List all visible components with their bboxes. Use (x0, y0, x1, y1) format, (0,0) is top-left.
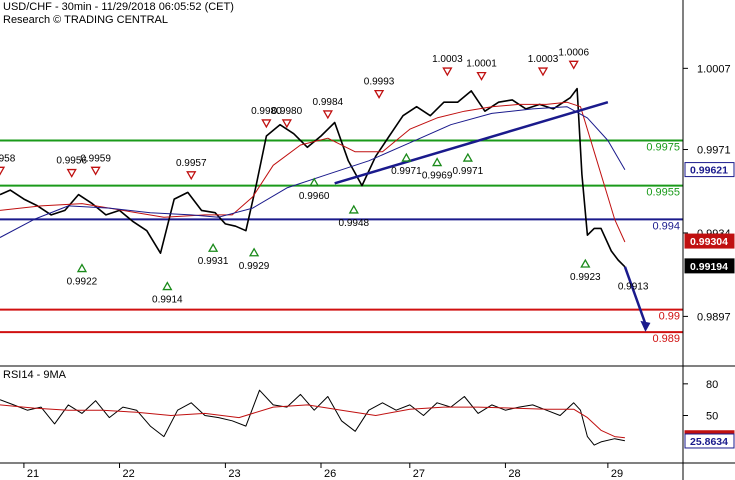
sell-signal-icon (90, 166, 101, 176)
sell-signal-icon (537, 67, 549, 77)
level-lines: 0.9975 0.9955 0.994 0.99 0.989 (0, 139, 683, 345)
sell-signal-icon (476, 71, 487, 81)
price-annotation: 1.0003 (528, 54, 559, 65)
level-label: 0.99 (659, 311, 680, 323)
buy-signal-icon (248, 247, 260, 257)
buy-signal-icon (580, 258, 591, 268)
price-annotation: 0.9969 (422, 171, 453, 182)
rsi-y-tick-label: 50 (706, 411, 718, 423)
sell-signal-icon (442, 67, 453, 77)
buy-signal-icon (162, 281, 173, 291)
buy-signal-icon (76, 263, 88, 273)
x-tick-label: 27 (413, 468, 425, 480)
sell-signal-icon (322, 110, 333, 120)
sell-signal-icon (281, 119, 292, 129)
price-annotation: 1.0006 (558, 47, 589, 58)
sell-signal-icon (186, 171, 197, 181)
price-annotation: 0.9959 (80, 153, 111, 164)
x-tick-label: 29 (611, 468, 623, 480)
price-badges: 0.996210.993040.9919428.935825.8634 (684, 162, 735, 449)
price-annotation: 0.9958 (0, 153, 16, 164)
price-badge-label: 0.99194 (690, 261, 728, 273)
price-annotation: 0.9923 (570, 272, 601, 283)
price-badge-label: 0.99304 (690, 236, 728, 248)
price-annotation: 1.0003 (432, 54, 463, 65)
price-annotation: 0.9922 (67, 277, 98, 288)
price-annotation: 0.9984 (313, 97, 344, 108)
price-annotation: 0.9980 (272, 106, 303, 117)
rsi-badge-label: 25.8634 (690, 436, 728, 448)
sell-signal-icon (568, 60, 579, 70)
x-tick-label: 21 (27, 468, 39, 480)
buy-signal-icon (462, 152, 473, 162)
sell-signal-icon (261, 119, 272, 129)
buy-signal-icon (207, 242, 219, 252)
buy-signal-icon (431, 157, 443, 167)
sell-signal-icon (66, 168, 77, 178)
buy-signal-icon (401, 152, 412, 162)
price-annotation: 0.9971 (453, 166, 484, 177)
price-annotation: 0.9993 (364, 77, 395, 88)
price-chart: 0.99750.99550.9940.990.989 0.99580.99560… (0, 0, 735, 480)
price-annotation: 1.0001 (466, 59, 497, 70)
price-annotation: 0.9929 (239, 261, 270, 272)
y-tick-label: 1.0007 (697, 63, 731, 75)
x-tick-label: 28 (508, 468, 520, 480)
sell-signal-icon (373, 89, 385, 99)
rsi-title: RSI14 - 9MA (3, 369, 67, 381)
price-annotation: 0.9913 (618, 281, 649, 292)
y-tick-label: 0.9897 (697, 311, 731, 323)
forecast-arrow-shaft (623, 266, 647, 325)
price-annotation: 0.9957 (176, 158, 207, 169)
x-tick-label: 26 (324, 468, 336, 480)
price-line (0, 87, 626, 268)
forecast-arrow-head (640, 320, 651, 332)
rsi-ma-line (0, 404, 625, 439)
price-annotation: 0.9931 (198, 256, 229, 267)
x-tick-label: 23 (228, 468, 240, 480)
y-tick-label: 0.9971 (697, 145, 731, 157)
price-annotation: 0.9971 (391, 166, 422, 177)
price-annotation: 0.9914 (152, 295, 183, 306)
price-annotation: 0.9960 (299, 191, 330, 202)
x-tick-label: 22 (123, 468, 135, 480)
sell-signal-icon (0, 166, 6, 176)
level-label: 0.989 (652, 333, 680, 345)
series-lines (0, 87, 651, 446)
buy-signal-icon (348, 204, 359, 214)
price-badge-label: 0.99621 (690, 165, 728, 177)
rsi-line (0, 389, 626, 446)
price-annotations: 0.99580.99560.99590.99570.99800.99800.99… (0, 47, 649, 306)
rsi-y-tick-label: 80 (706, 379, 718, 391)
level-label: 0.9975 (646, 141, 680, 153)
level-label: 0.994 (652, 220, 680, 232)
level-label: 0.9955 (646, 187, 680, 199)
axes: 212223262728291.00070.99710.99340.989780… (0, 0, 735, 480)
price-annotation: 0.9948 (338, 218, 369, 229)
